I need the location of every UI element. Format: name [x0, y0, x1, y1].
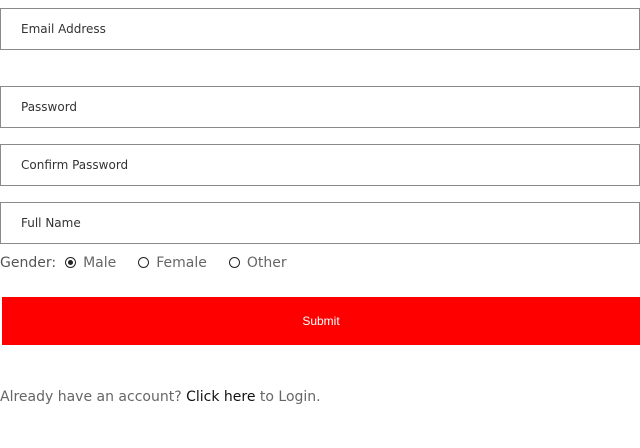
- registration-form: Gender: Male Female Other Submit Already…: [0, 0, 640, 448]
- gender-female-radio[interactable]: [138, 256, 150, 268]
- login-prompt-suffix: to Login.: [259, 389, 321, 405]
- gender-selector: Gender: Male Female Other: [0, 254, 287, 272]
- gender-female-label[interactable]: Female: [156, 255, 207, 271]
- gender-male-label[interactable]: Male: [83, 255, 116, 271]
- submit-button[interactable]: Submit: [2, 297, 640, 345]
- login-prompt-prefix: Already have an account?: [0, 389, 182, 405]
- full-name-field[interactable]: [0, 202, 640, 244]
- login-prompt: Already have an account? Click here to L…: [0, 389, 321, 405]
- password-field[interactable]: [0, 86, 640, 128]
- gender-label: Gender:: [0, 255, 57, 271]
- confirm-password-field[interactable]: [0, 144, 640, 186]
- gender-male-radio[interactable]: [65, 256, 77, 268]
- login-link[interactable]: Click here: [186, 389, 255, 405]
- email-field[interactable]: [0, 8, 640, 50]
- gender-other-radio[interactable]: [228, 256, 240, 268]
- gender-other-label[interactable]: Other: [247, 255, 287, 271]
